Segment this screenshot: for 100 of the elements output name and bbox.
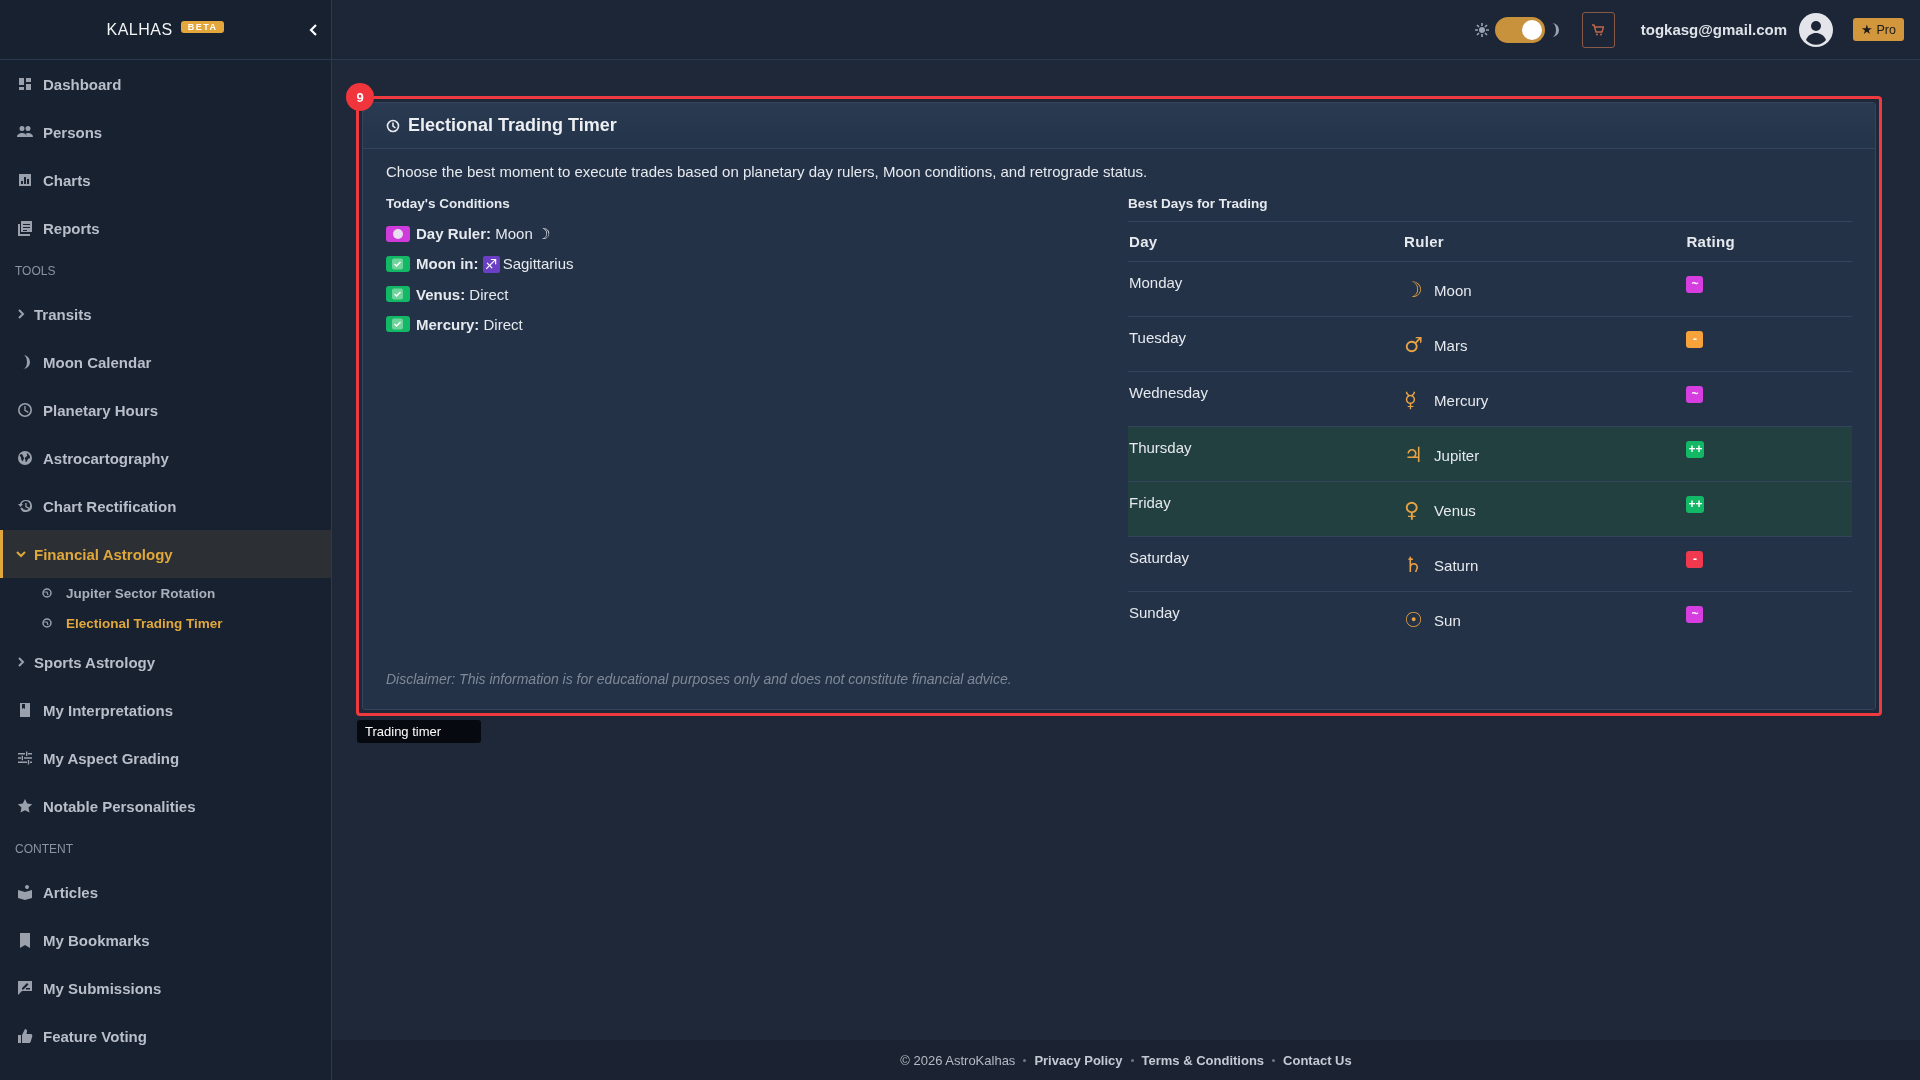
column-header: Rating (1685, 222, 1852, 262)
card-title: Electional Trading Timer (408, 115, 617, 136)
sidebar-item[interactable]: My Aspect Grading (0, 734, 331, 782)
checkmark-icon (386, 286, 410, 302)
section-heading: CONTENT (14, 841, 74, 858)
ruler-cell: Venus (1434, 502, 1476, 519)
planet-symbol: ☿ (1404, 390, 1418, 411)
annotation-number: 9 (346, 83, 374, 111)
document-icon (17, 220, 33, 236)
sidebar-group[interactable]: Sports Astrology (0, 638, 331, 686)
separator-dot (1023, 1058, 1027, 1062)
theme-toggle[interactable] (1494, 16, 1545, 43)
rating-badge: ++ (1686, 496, 1705, 513)
comment-edit-icon (17, 980, 33, 996)
chevron-icon (16, 549, 26, 559)
star-icon (17, 798, 33, 814)
sidebar-item[interactable]: Planetary Hours (0, 386, 331, 434)
clock-icon (17, 402, 33, 418)
separator-dot (1130, 1058, 1134, 1062)
beta-badge: BETA (180, 20, 225, 33)
day-cell: Thursday (1128, 426, 1404, 482)
description: Choose the best moment to execute trades based on planetary day rulers, Moon conditions, and retrograde status. (386, 163, 1149, 180)
sidebar-group[interactable]: Transits (0, 290, 331, 338)
bookmark-icon (17, 932, 33, 948)
ruler-cell: Moon (1434, 282, 1472, 299)
sidebar-item[interactable]: Reports (0, 204, 331, 252)
day-cell: Tuesday (1128, 316, 1404, 372)
rating-badge: ~ (1686, 276, 1704, 293)
footer-link[interactable]: Privacy Policy (1034, 1052, 1123, 1068)
sidebar-item[interactable]: Astrocartography (0, 434, 331, 482)
chevron-left-icon (309, 24, 319, 36)
globe-icon (42, 618, 52, 628)
user-email: togkasg@gmail.com (1640, 21, 1788, 38)
dashboard-icon (17, 76, 33, 92)
copyright: © 2026 AstroKalhas (900, 1052, 1016, 1068)
rating-badge: ~ (1686, 606, 1704, 623)
ruler-cell: Saturn (1434, 557, 1479, 574)
condition-text: Mercury: Direct (416, 315, 523, 333)
footer-link[interactable]: Terms & Conditions (1141, 1052, 1265, 1068)
planet-symbol: ♄ (1404, 555, 1424, 576)
timer-icon (386, 118, 400, 133)
planet-symbol: ☉ (1404, 610, 1424, 631)
checkmark-icon (386, 316, 410, 332)
moon-icon (1550, 22, 1560, 37)
sidebar-subitem[interactable]: Electional Trading Timer (0, 608, 331, 638)
pro-button[interactable]: ★ Pro (1853, 18, 1904, 41)
day-cell: Wednesday (1128, 371, 1404, 427)
bar-chart-icon (17, 172, 33, 188)
condition-text: Moon in: ♐ Sagittarius (416, 255, 574, 273)
globe-icon (42, 588, 52, 598)
day-cell: Sunday (1128, 591, 1404, 647)
column-header: Day (1128, 222, 1404, 262)
planet-symbol: ☽ (1404, 280, 1424, 301)
ruler-cell: Sun (1434, 612, 1461, 629)
rating-badge: - (1686, 551, 1704, 568)
sidebar-item[interactable]: Moon Calendar (0, 338, 331, 386)
sidebar-group[interactable]: Financial Astrology (0, 530, 331, 578)
chevron-icon (16, 657, 26, 667)
day-cell: Friday (1128, 481, 1404, 537)
sidebar-item[interactable]: Feature Voting (0, 1012, 331, 1060)
planet-symbol: ♃ (1404, 445, 1424, 466)
day-cell: Monday (1128, 261, 1404, 317)
avatar-icon[interactable] (1799, 12, 1834, 47)
sun-icon (1474, 22, 1489, 37)
sidebar-item[interactable]: Notable Personalities (0, 782, 331, 830)
sidebar-item[interactable]: Charts (0, 156, 331, 204)
reader-icon (17, 884, 33, 900)
sidebar-item[interactable]: My Bookmarks (0, 916, 331, 964)
planet-symbol: ♀ (1404, 500, 1421, 521)
rating-badge: ~ (1686, 386, 1704, 403)
condition-text: Day Ruler: Moon ☽ (416, 225, 550, 243)
rating-badge: ++ (1686, 441, 1705, 458)
sidebar-subitem[interactable]: Jupiter Sector Rotation (0, 578, 331, 608)
column-header: Ruler (1403, 222, 1686, 262)
footer-link[interactable]: Contact Us (1283, 1052, 1352, 1068)
sidebar-item[interactable]: My Submissions (0, 964, 331, 1012)
separator-dot (1272, 1058, 1276, 1062)
ruler-cell: Mars (1434, 337, 1468, 354)
sidebar-item[interactable]: Articles (0, 868, 331, 916)
day-cell: Saturday (1128, 536, 1404, 592)
checkmark-icon (386, 256, 410, 272)
sidebar-item[interactable]: Chart Rectification (0, 482, 331, 530)
cart-button[interactable] (1581, 11, 1615, 48)
section-title: Best Days for Trading (1128, 196, 1852, 222)
sliders-icon (17, 750, 33, 766)
condition-text: Venus: Direct (416, 285, 509, 303)
section-title: Today's Conditions (386, 196, 511, 213)
annotation-caption: Trading timer (357, 719, 482, 743)
sidebar-item[interactable]: Persons (0, 108, 331, 156)
moon-badge-icon (386, 226, 410, 242)
history-icon (17, 498, 33, 514)
ruler-cell: Mercury (1434, 392, 1489, 409)
ruler-cell: Jupiter (1434, 447, 1480, 464)
globe-icon (17, 450, 33, 466)
section-heading: TOOLS (14, 263, 57, 280)
rating-badge: - (1686, 331, 1704, 348)
people-icon (17, 124, 33, 140)
sidebar-item[interactable]: Dashboard (0, 60, 331, 108)
sidebar-item[interactable]: My Interpretations (0, 686, 331, 734)
brand-name: KALHAS (106, 20, 173, 39)
